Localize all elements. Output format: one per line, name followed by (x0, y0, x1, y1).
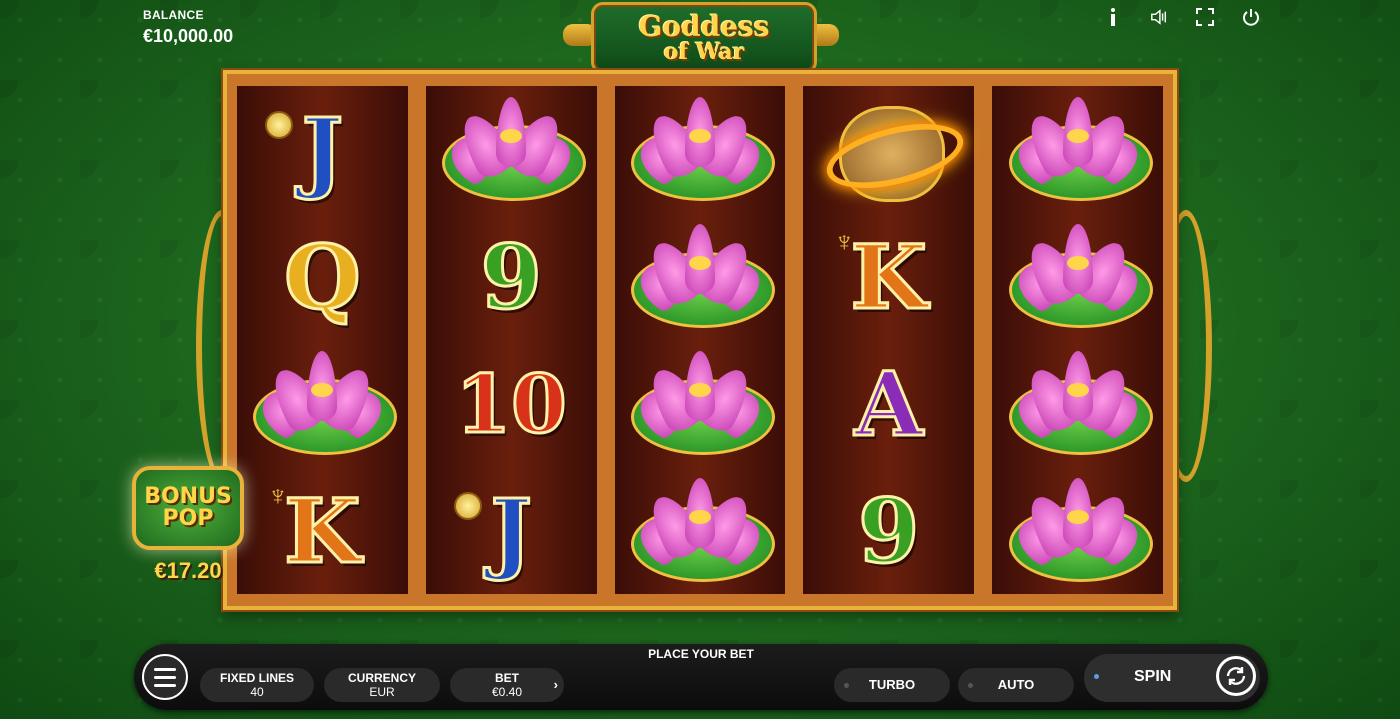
chevron-right-icon[interactable]: › (554, 677, 558, 693)
lotus-symbol (625, 345, 775, 463)
card-symbol: ♆ K (814, 218, 964, 336)
lotus-symbol (1003, 472, 1153, 590)
logo-subtitle: of War (663, 39, 745, 65)
fixed-lines-value: 40 (250, 685, 264, 699)
info-icon[interactable] (1104, 6, 1122, 28)
coin-icon (454, 491, 483, 520)
bonus-pop-word-2: POP (162, 506, 214, 531)
fire-ring-symbol (814, 91, 970, 209)
menu-icon-bar (154, 667, 176, 671)
trident-icon: ♆ (267, 479, 289, 511)
lotus-icon (625, 222, 775, 332)
reel-2: 9 10 J (425, 86, 597, 594)
card-letter: 10 (454, 356, 568, 451)
trident-icon: ♆ (833, 225, 855, 257)
logo-plate: Goddess of War (591, 2, 817, 74)
coin-icon (265, 110, 294, 139)
turbo-button[interactable]: TURBO (834, 668, 950, 702)
card-letter: Q (283, 224, 363, 329)
spin-label: SPIN (1134, 668, 1172, 685)
card-symbol: 9 (436, 218, 586, 336)
lotus-symbol (1003, 91, 1153, 209)
lotus-symbol (625, 91, 775, 209)
top-toolbar (1104, 6, 1260, 28)
auto-indicator (968, 683, 973, 688)
card-symbol: A (814, 345, 964, 463)
fixed-lines-label: FIXED LINES (219, 670, 294, 685)
lotus-icon (436, 95, 587, 205)
spin-indicator (1094, 674, 1099, 679)
bonus-pop-amount: €17.20 (154, 558, 222, 583)
menu-icon-bar (154, 675, 176, 679)
control-bar: PLACE YOUR BET FIXED LINES 40 CURRENCY E… (134, 644, 1268, 710)
spin-button[interactable]: SPIN (1084, 654, 1260, 702)
reels-grid: J Q ♆ K 9 10 J ♆ K A 9 (237, 86, 1163, 594)
card-symbol: ♆ K (247, 472, 397, 590)
bonus-pop: BONUS POP €17.20 (132, 466, 244, 584)
card-letter: K (849, 224, 929, 329)
card-letter: K (283, 478, 363, 583)
reel-1: J Q ♆ K (237, 86, 408, 594)
currency-label: CURRENCY (347, 670, 416, 685)
lotus-icon (1003, 95, 1153, 205)
card-symbol: 9 (814, 472, 964, 590)
bet-label: BET (495, 670, 519, 685)
menu-button[interactable] (142, 654, 188, 700)
lotus-icon (1003, 349, 1153, 459)
fixed-lines-display: FIXED LINES 40 (200, 668, 314, 702)
lotus-symbol (625, 472, 775, 590)
logo-title: Goddess (638, 10, 770, 43)
lotus-symbol (625, 218, 775, 336)
card-letter: 9 (857, 478, 921, 583)
card-symbol: J (436, 472, 586, 590)
turbo-indicator (844, 683, 849, 688)
lotus-icon (1003, 222, 1153, 332)
reel-5 (992, 86, 1163, 594)
balance-value: €10,000.00 (143, 26, 234, 46)
bet-selector[interactable]: BET €0.40 › (450, 668, 564, 702)
lotus-icon (625, 95, 775, 205)
game-logo: Goddess of War (563, 0, 839, 74)
fullscreen-icon[interactable] (1196, 6, 1214, 28)
bonus-pop-badge: BONUS POP (132, 466, 244, 550)
lotus-icon (625, 349, 775, 459)
menu-icon-bar (154, 683, 176, 687)
lotus-symbol (247, 345, 398, 463)
card-letter: 9 (479, 224, 543, 329)
card-symbol: Q (247, 218, 397, 336)
card-symbol: 10 (436, 345, 586, 463)
reel-frame: J Q ♆ K 9 10 J ♆ K A 9 (223, 70, 1177, 610)
card-letter: A (853, 351, 924, 456)
currency-display: CURRENCY EUR (324, 668, 440, 702)
currency-value: EUR (369, 685, 395, 699)
sound-icon[interactable] (1150, 6, 1168, 28)
reel-3 (614, 86, 786, 594)
card-letter: J (489, 478, 534, 583)
fire-ring-icon (819, 100, 970, 202)
lotus-symbol (436, 91, 587, 209)
power-icon[interactable] (1242, 6, 1260, 28)
lotus-icon (247, 349, 398, 459)
reel-4: ♆ K A 9 (803, 86, 975, 594)
card-letter: J (300, 97, 345, 202)
auto-button[interactable]: AUTO (958, 668, 1074, 702)
lotus-icon (625, 476, 775, 586)
lotus-symbol (1003, 218, 1153, 336)
bet-value: €0.40 (491, 685, 523, 699)
spin-icon[interactable] (1216, 656, 1256, 696)
lotus-icon (1003, 476, 1153, 586)
bonus-pop-word-1: BONUS (144, 484, 232, 509)
card-symbol: J (247, 91, 397, 209)
turbo-label: TURBO (868, 677, 916, 693)
lotus-symbol (1003, 345, 1153, 463)
balance-label: BALANCE (143, 8, 204, 22)
auto-label: AUTO (997, 677, 1035, 693)
